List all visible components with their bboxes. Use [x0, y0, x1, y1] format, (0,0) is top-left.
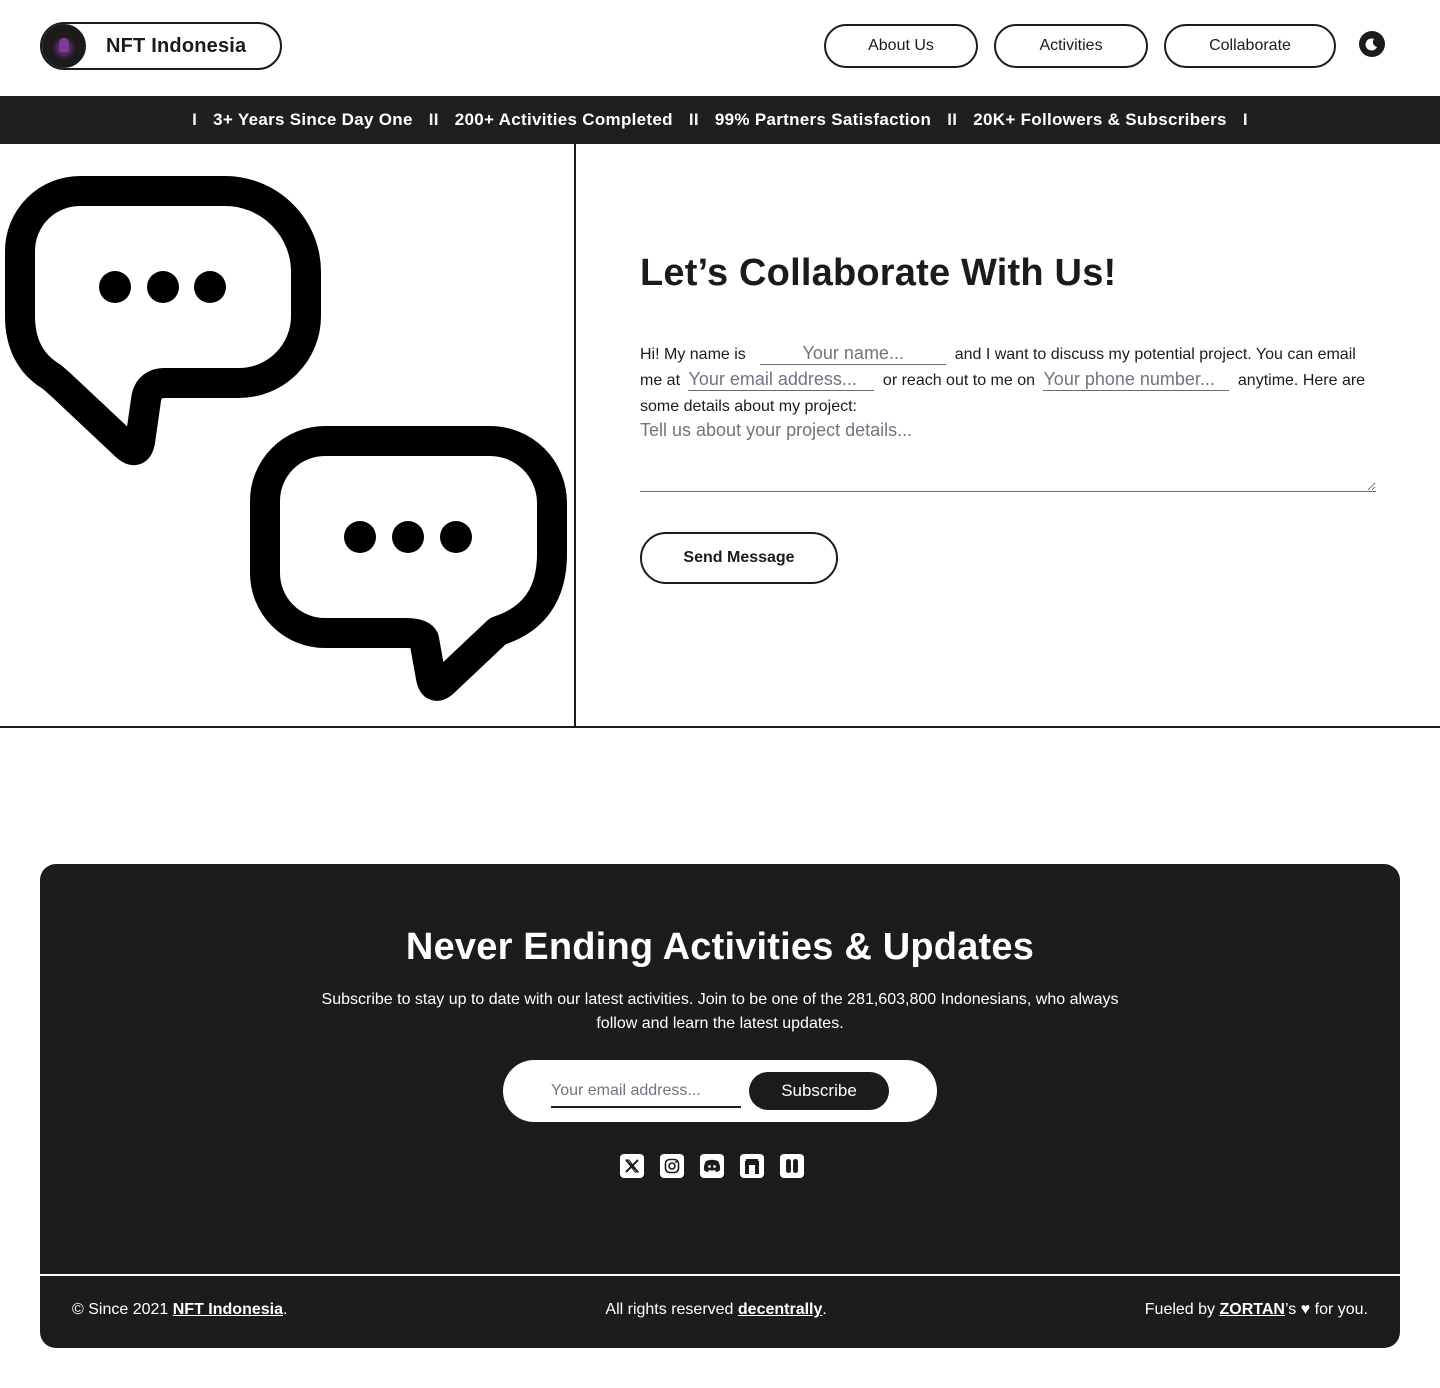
illustration-panel	[0, 144, 576, 726]
phone-input[interactable]	[1043, 369, 1230, 391]
main-nav: About Us Activities Collaborate	[824, 24, 1336, 68]
period: .	[282, 1301, 288, 1318]
name-input[interactable]	[760, 343, 947, 365]
instagram-icon[interactable]	[660, 1154, 684, 1178]
stats-ticker: I 3+ Years Since Day One II 200+ Activit…	[0, 96, 1440, 144]
moon-icon	[1365, 38, 1377, 51]
subscribe-email-input[interactable]	[551, 1076, 741, 1108]
email-input[interactable]	[688, 369, 875, 391]
nav-activities-button[interactable]: Activities	[994, 24, 1148, 68]
fueled-suffix: ’s ♥ for you.	[1284, 1301, 1368, 1318]
fueled-text: Fueled by ZORTAN’s ♥ for you.	[1145, 1301, 1368, 1319]
ticker-separator: I	[1242, 110, 1248, 129]
form-text-reach: or reach out to me on	[878, 372, 1040, 389]
chat-bubbles-icon	[5, 176, 567, 701]
decentrally-link[interactable]: decentrally	[738, 1301, 822, 1318]
stat-satisfaction: 99% Partners Satisfaction	[714, 110, 932, 129]
collaborate-form-panel: Let’s Collaborate With Us! Hi! My name i…	[640, 144, 1380, 726]
nft-indonesia-link[interactable]: NFT Indonesia	[173, 1301, 283, 1318]
stat-activities: 200+ Activities Completed	[454, 110, 673, 129]
brand-name: NFT Indonesia	[106, 34, 247, 57]
rights-text: All rights reserved decentrally.	[605, 1301, 826, 1319]
footer-divider	[40, 1274, 1400, 1276]
opensea-icon[interactable]	[740, 1154, 764, 1178]
rights-prefix: All rights reserved	[605, 1301, 734, 1318]
brand-home-link[interactable]: NFT Indonesia	[40, 22, 282, 70]
nav-about-us-button[interactable]: About Us	[824, 24, 978, 68]
discord-icon[interactable]	[700, 1154, 724, 1178]
zortan-link[interactable]: ZORTAN	[1220, 1301, 1285, 1318]
newsletter-footer: Never Ending Activities & Updates Subscr…	[40, 864, 1400, 1348]
subscribe-button[interactable]: Subscribe	[749, 1072, 889, 1110]
footer-bottom-bar: © Since 2021 NFT Indonesia. All rights r…	[72, 1301, 1368, 1319]
link3-icon[interactable]	[780, 1154, 804, 1178]
ticker-separator: I	[192, 110, 198, 129]
theme-toggle-button[interactable]	[1359, 31, 1385, 57]
ticker-separator: II	[947, 110, 958, 129]
form-text-intro: Hi! My name is	[640, 346, 751, 363]
nav-collaborate-button[interactable]: Collaborate	[1164, 24, 1336, 68]
copyright-text: © Since 2021 NFT Indonesia.	[72, 1301, 287, 1319]
ticker-separator: II	[428, 110, 439, 129]
project-details-textarea[interactable]	[640, 420, 1376, 492]
newsletter-title: Never Ending Activities & Updates	[405, 926, 1035, 968]
collaborate-section: Let’s Collaborate With Us! Hi! My name i…	[0, 144, 1440, 728]
stat-years: 3+ Years Since Day One	[213, 110, 413, 129]
site-header: NFT Indonesia About Us Activities Collab…	[0, 0, 1440, 96]
send-message-button[interactable]: Send Message	[640, 532, 838, 584]
brand-logo-icon	[42, 24, 86, 68]
collaborate-form: Hi! My name is and I want to discuss my …	[640, 342, 1380, 420]
stat-followers: 20K+ Followers & Subscribers	[973, 110, 1227, 129]
collaborate-title: Let’s Collaborate With Us!	[640, 252, 1117, 294]
copyright-prefix: © Since 2021	[72, 1301, 169, 1318]
x-icon[interactable]	[620, 1154, 644, 1178]
period: .	[822, 1301, 827, 1318]
fueled-prefix: Fueled by	[1144, 1301, 1216, 1318]
newsletter-subtitle: Subscribe to stay up to date with our la…	[321, 991, 1119, 1032]
social-links	[620, 1154, 804, 1178]
ticker-separator: II	[688, 110, 699, 129]
subscribe-form: Subscribe	[503, 1060, 937, 1122]
